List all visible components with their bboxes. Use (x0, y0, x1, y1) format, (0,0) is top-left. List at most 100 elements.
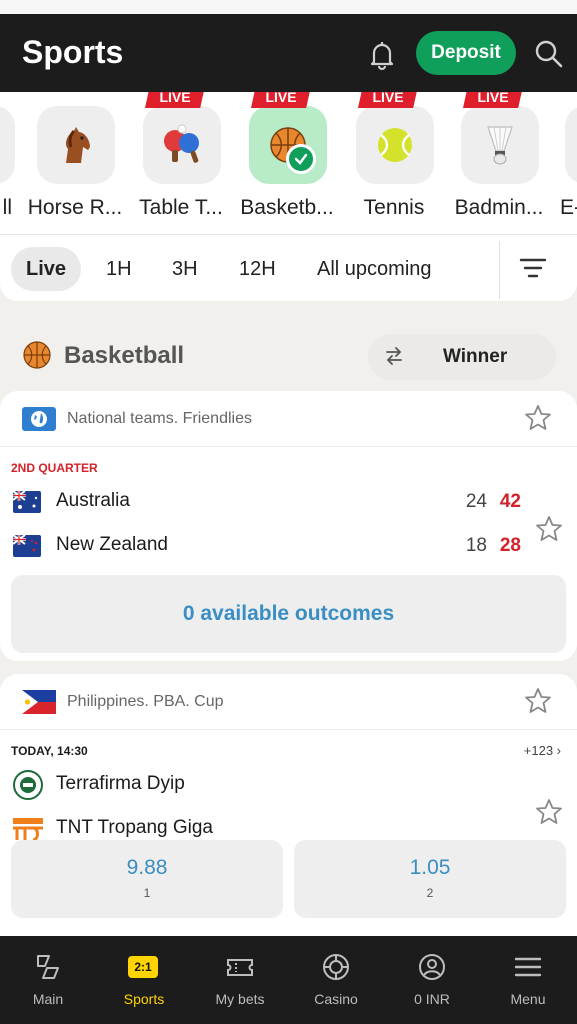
basketball-icon (23, 341, 51, 369)
sport-item-table-tennis[interactable]: LIVE Table T... (128, 92, 234, 234)
divider (499, 241, 500, 299)
favorite-star-icon[interactable] (535, 515, 563, 543)
sport-label: Table T... (139, 196, 223, 219)
badminton-icon (487, 126, 513, 165)
sports-carousel[interactable]: ll Horse R... LIVE Table T... LIVE Baske… (0, 92, 577, 235)
section-title: Basketball (64, 342, 185, 369)
odd-button-away[interactable]: 1.05 2 (294, 840, 566, 918)
philippines-flag-icon (22, 690, 56, 714)
sport-item-badminton[interactable]: LIVE Badmin... (446, 92, 552, 234)
more-markets-link[interactable]: +123 › (524, 743, 561, 758)
odd-key: 2 (426, 886, 434, 900)
swap-arrows-icon (386, 347, 402, 365)
new-zealand-flag-icon (13, 535, 41, 557)
league-name: Philippines. PBA. Cup (67, 693, 224, 710)
available-outcomes-button[interactable]: 0 available outcomes (11, 575, 566, 653)
sport-label: ll (2, 196, 12, 219)
filter-12h[interactable]: 12H (239, 247, 276, 291)
team-score: 24 (465, 491, 487, 512)
selected-check-icon (286, 144, 316, 174)
casino-chip-icon (323, 954, 349, 980)
sport-item-basketball[interactable]: LIVE Basketb... (234, 92, 340, 234)
live-badge: LIVE (145, 92, 205, 108)
status-bar (0, 0, 577, 14)
sports-badge-icon: 2:1 (128, 956, 158, 978)
sport-tile (0, 106, 15, 184)
match-card: Philippines. PBA. Cup TODAY, 14:30 +123 … (0, 674, 577, 936)
nav-label: Casino (314, 991, 358, 1007)
sport-tile (143, 106, 221, 184)
favorite-star-icon[interactable] (535, 798, 563, 826)
sport-tile (565, 106, 577, 184)
section-header-basketball: Basketball Winner (0, 328, 577, 384)
odd-value: 9.88 (126, 856, 168, 879)
match-status: 2ND QUARTER (11, 461, 98, 475)
nav-main[interactable]: Main (0, 936, 96, 1024)
sport-tile (37, 106, 115, 184)
nav-label: Main (32, 991, 64, 1007)
league-header[interactable]: National teams. Friendlies (0, 391, 577, 447)
nav-label: Sports (123, 991, 165, 1007)
nav-my-bets[interactable]: My bets (192, 936, 288, 1024)
sport-label: E- (560, 196, 577, 219)
deposit-button[interactable]: Deposit (416, 31, 516, 75)
sport-tile-selected (249, 106, 327, 184)
team-name: Australia (56, 490, 130, 511)
team-score: 18 (465, 535, 487, 556)
app-header: Sports Deposit (0, 14, 577, 92)
odd-key: 1 (143, 886, 151, 900)
live-badge: LIVE (358, 92, 418, 108)
league-name: National teams. Friendlies (67, 410, 252, 427)
terrafirma-logo-icon (13, 770, 43, 800)
team-name: Terrafirma Dyip (56, 773, 185, 794)
hamburger-menu-icon (514, 957, 542, 977)
league-header[interactable]: Philippines. PBA. Cup (0, 674, 577, 730)
sport-label: Badmin... (454, 196, 544, 219)
bell-icon[interactable] (365, 38, 399, 72)
nav-account[interactable]: 0 INR (384, 936, 480, 1024)
australia-flag-icon (13, 491, 41, 513)
favorite-star-icon[interactable] (524, 687, 552, 715)
user-icon (419, 954, 445, 980)
team-period-score: 42 (499, 491, 521, 512)
filter-3h[interactable]: 3H (172, 247, 198, 291)
page-title: Sports (22, 34, 124, 70)
live-badge: LIVE (251, 92, 311, 108)
team-name: New Zealand (56, 534, 168, 555)
nav-casino[interactable]: Casino (288, 936, 384, 1024)
sport-item-esports[interactable]: E- (550, 92, 577, 234)
sport-tile (356, 106, 434, 184)
sport-label: Basketb... (240, 196, 334, 219)
odd-button-home[interactable]: 9.88 1 (11, 840, 283, 918)
nav-label: My bets (215, 991, 265, 1007)
time-filter-bar: Live 1H 3H 12H All upcoming (0, 235, 577, 301)
globe-icon (22, 407, 56, 431)
horse-icon (66, 127, 90, 163)
table-tennis-icon (164, 124, 199, 163)
filter-all-upcoming[interactable]: All upcoming (317, 247, 432, 291)
sport-label: Horse R... (27, 196, 123, 219)
tnt-logo-icon (13, 818, 43, 842)
match-time: TODAY, 14:30 (11, 744, 88, 758)
filter-live[interactable]: Live (11, 247, 81, 291)
bottom-navigation: Main 2:1 Sports My bets Casino 0 INR Men… (0, 936, 577, 1024)
odd-value: 1.05 (409, 856, 451, 879)
sport-item-tennis[interactable]: LIVE Tennis (341, 92, 447, 234)
nav-label: 0 INR (414, 991, 450, 1007)
live-badge: LIVE (463, 92, 523, 108)
search-icon[interactable] (533, 38, 565, 70)
sport-label: Tennis (363, 196, 425, 219)
filter-1h[interactable]: 1H (106, 247, 132, 291)
favorite-star-icon[interactable] (524, 404, 552, 432)
sport-item-horse-racing[interactable]: Horse R... (22, 92, 128, 234)
market-label: Winner (443, 346, 508, 367)
main-icon (37, 955, 59, 979)
filter-icon[interactable] (518, 255, 548, 281)
nav-sports[interactable]: 2:1 Sports (96, 936, 192, 1024)
nav-label: Menu (510, 991, 546, 1007)
team-row: New Zealand 18 28 (11, 531, 531, 561)
ticket-icon (227, 959, 253, 976)
market-selector[interactable]: Winner (368, 334, 556, 380)
nav-menu[interactable]: Menu (480, 936, 576, 1024)
match-card: National teams. Friendlies 2ND QUARTER A… (0, 391, 577, 661)
